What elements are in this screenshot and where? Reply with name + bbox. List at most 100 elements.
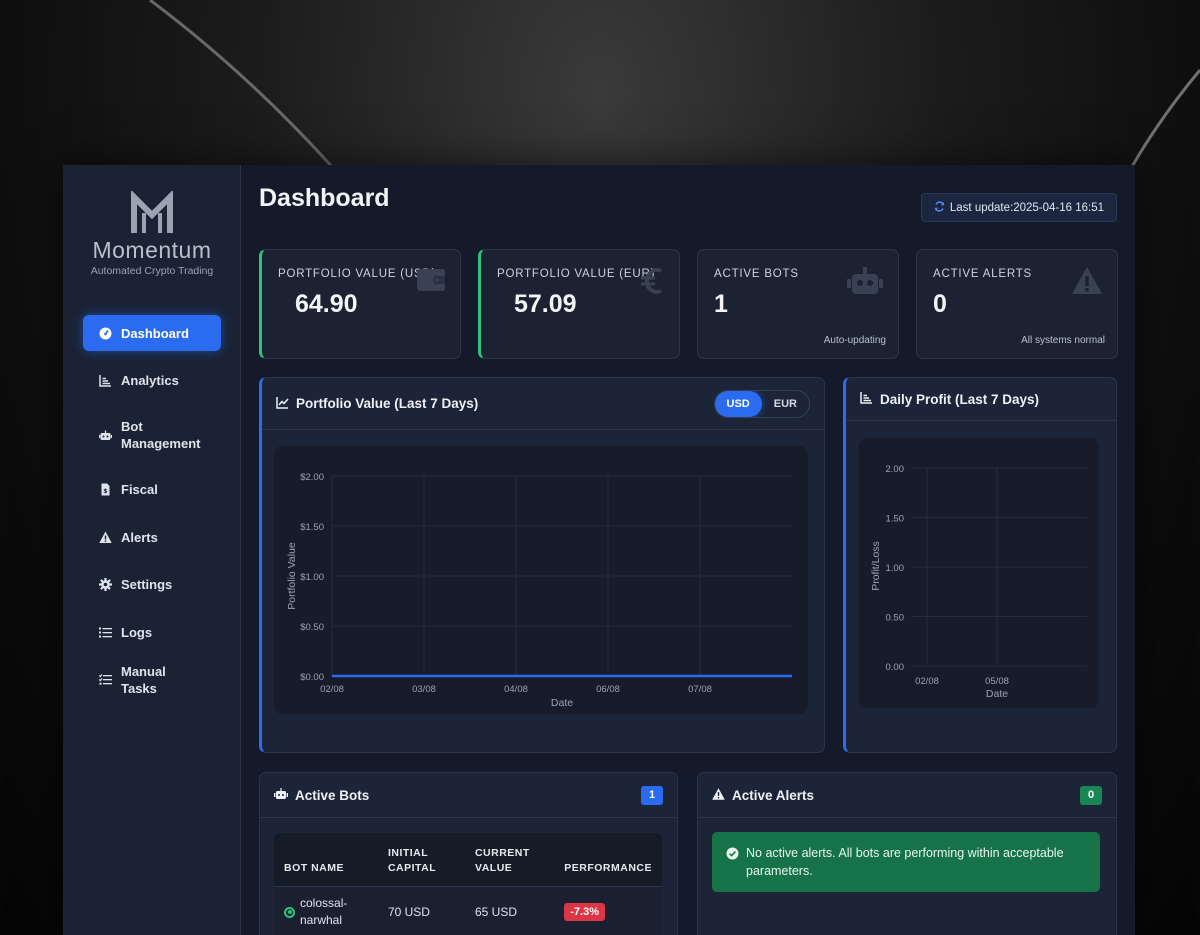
robot-icon	[846, 266, 884, 301]
last-update-text: Last update:2025-04-16 16:51	[949, 201, 1104, 214]
sidebar: Momentum Automated Crypto Trading Dashbo…	[63, 165, 241, 935]
warning-icon	[99, 531, 112, 544]
active-bots-title: Active Bots	[295, 787, 370, 803]
y-tick-label: 0.50	[886, 613, 905, 624]
x-axis-label: Date	[551, 697, 573, 709]
performance-badge: -7.3%	[564, 903, 605, 922]
y-tick-label: $0.50	[300, 622, 324, 633]
active-alerts-title: Active Alerts	[732, 787, 815, 803]
invoice-icon: $	[99, 483, 112, 496]
brand-tagline: Automated Crypto Trading	[90, 265, 214, 277]
sidebar-item-settings[interactable]: Settings	[83, 567, 221, 603]
bar-chart-icon	[860, 391, 873, 407]
sidebar-item-alerts[interactable]: Alerts	[83, 519, 221, 555]
last-update-button[interactable]: Last update:2025-04-16 16:51	[920, 193, 1117, 222]
active-bots-count-badge: 1	[641, 785, 663, 805]
y-tick-label: 1.00	[886, 563, 905, 574]
sidebar-item-manual-tasks[interactable]: Manual Tasks	[83, 662, 221, 698]
sidebar-item-label: Logs	[121, 624, 153, 640]
x-tick-label: 04/08	[504, 684, 528, 695]
y-tick-label: $1.00	[300, 572, 324, 583]
sidebar-item-label: Dashboard	[121, 325, 189, 341]
toggle-usd-button[interactable]: USD	[714, 390, 762, 417]
active-bots-header: Active Bots 1	[260, 773, 677, 818]
table-header-row: BOT NAME INITIAL CAPITAL CURRENT VALUE P…	[274, 833, 662, 887]
column-header[interactable]: BOT NAME	[274, 833, 378, 887]
x-axis-label: Date	[986, 688, 1008, 700]
x-tick-label: 06/08	[596, 684, 620, 695]
stat-subtext: Auto-updating	[823, 335, 886, 346]
daily-profit-chart-svg: 0.00 0.50 1.00 1.50 2.00 02/08 05/08Date Profit…	[870, 464, 1087, 700]
sidebar-item-fiscal[interactable]: $ Fiscal	[83, 472, 221, 508]
sidebar-item-label: Bot Management	[121, 419, 201, 451]
column-header[interactable]: CURRENT VALUE	[464, 833, 555, 887]
no-alerts-text: No active alerts. All bots are performin…	[746, 846, 1064, 878]
warning-icon	[712, 787, 725, 803]
x-tick-label: 05/08	[985, 676, 1009, 687]
currency-toggle: USD EUR	[713, 389, 810, 418]
active-alerts-card: Active Alerts 0 No active alerts. All bo…	[697, 772, 1117, 935]
robot-icon	[99, 429, 112, 442]
no-alerts-message: No active alerts. All bots are performin…	[712, 832, 1100, 892]
daily-profit-chart: 0.00 0.50 1.00 1.50 2.00 02/08 05/08 Date Profit…	[859, 438, 1099, 708]
sidebar-item-bot-management[interactable]: Bot Management	[83, 410, 221, 460]
portfolio-chart-header: Portfolio Value (Last 7 Days) USD EUR	[262, 378, 824, 430]
tasks-icon	[99, 673, 112, 686]
portfolio-chart-svg: $0.00 $0.50 $1.00 $1.50 $2.00 02/08 03/08 04/08…	[286, 472, 792, 709]
main-content: Dashboard Last update:2025-04-16 16:51 P…	[241, 165, 1135, 935]
page-title: Dashboard	[259, 184, 390, 212]
svg-text:$: $	[103, 488, 107, 495]
stat-card-portfolio-usd: PORTFOLIO VALUE (USD) 64.90	[259, 249, 461, 359]
y-tick-label: $1.50	[300, 522, 324, 533]
sidebar-item-analytics[interactable]: Analytics	[83, 363, 221, 399]
sidebar-item-label: Analytics	[121, 373, 179, 388]
x-tick-label: 02/08	[320, 684, 344, 695]
y-axis-label: Profit/Loss	[870, 541, 882, 591]
x-tick-label: 02/08	[915, 676, 939, 687]
y-tick-label: 0.00	[886, 662, 905, 673]
portfolio-chart-title: Portfolio Value (Last 7 Days)	[296, 396, 479, 411]
check-circle-icon	[726, 844, 739, 880]
euro-icon	[639, 266, 665, 301]
wallet-icon	[416, 266, 446, 297]
brand-logo: Momentum Automated Crypto Trading	[63, 191, 241, 277]
active-bots-table: BOT NAME INITIAL CAPITAL CURRENT VALUE P…	[274, 833, 662, 935]
y-tick-label: $2.00	[300, 472, 324, 483]
warning-icon	[1071, 266, 1103, 301]
y-tick-label: $0.00	[300, 672, 324, 683]
stat-subtext: All systems normal	[1021, 335, 1105, 346]
bot-name: colossal-narwhal	[284, 895, 368, 929]
active-alerts-header: Active Alerts 0	[698, 773, 1116, 818]
portfolio-chart: $0.00 $0.50 $1.00 $1.50 $2.00 02/08 03/08 04/08…	[274, 446, 808, 714]
gauge-icon	[99, 327, 112, 340]
table-row[interactable]: colossal-narwhal 70 USD 65 USD -7.3%	[274, 886, 662, 935]
list-icon	[99, 626, 112, 639]
sidebar-nav: Dashboard Analytics Bot Management $ Fis…	[83, 315, 221, 709]
y-tick-label: 1.50	[886, 514, 905, 525]
refresh-icon	[934, 200, 945, 215]
x-tick-label: 07/08	[688, 684, 712, 695]
column-header[interactable]: PERFORMANCE	[554, 833, 662, 887]
initial-capital-cell: 70 USD	[377, 886, 465, 935]
gear-icon	[99, 578, 112, 591]
daily-profit-title: Daily Profit (Last 7 Days)	[880, 391, 1040, 407]
chart-icon	[99, 374, 112, 387]
brand-name: Momentum	[92, 237, 212, 263]
bot-name-cell: colossal-narwhal	[274, 886, 378, 935]
sidebar-item-label: Alerts	[121, 529, 158, 545]
y-tick-label: 2.00	[886, 464, 905, 475]
toggle-eur-button[interactable]: EUR	[762, 391, 809, 417]
sidebar-item-label: Fiscal	[121, 482, 158, 497]
sidebar-item-logs[interactable]: Logs	[83, 614, 221, 650]
current-value-cell: 65 USD	[464, 886, 555, 935]
bot-name-text: colossal-narwhal	[300, 896, 348, 928]
stat-card-active-bots: ACTIVE BOTS 1 Auto-updating	[697, 249, 899, 359]
column-header[interactable]: INITIAL CAPITAL	[377, 833, 465, 887]
sidebar-item-label: Manual Tasks	[121, 663, 166, 696]
momentum-logo-icon	[131, 191, 173, 233]
sidebar-item-dashboard[interactable]: Dashboard	[83, 315, 221, 351]
stat-card-portfolio-eur: PORTFOLIO VALUE (EUR) 57.09	[478, 249, 680, 359]
performance-cell: -7.3%	[554, 886, 662, 935]
stat-card-active-alerts: ACTIVE ALERTS 0 All systems normal	[916, 249, 1118, 359]
portfolio-chart-card: Portfolio Value (Last 7 Days) USD EUR $0…	[259, 377, 825, 753]
